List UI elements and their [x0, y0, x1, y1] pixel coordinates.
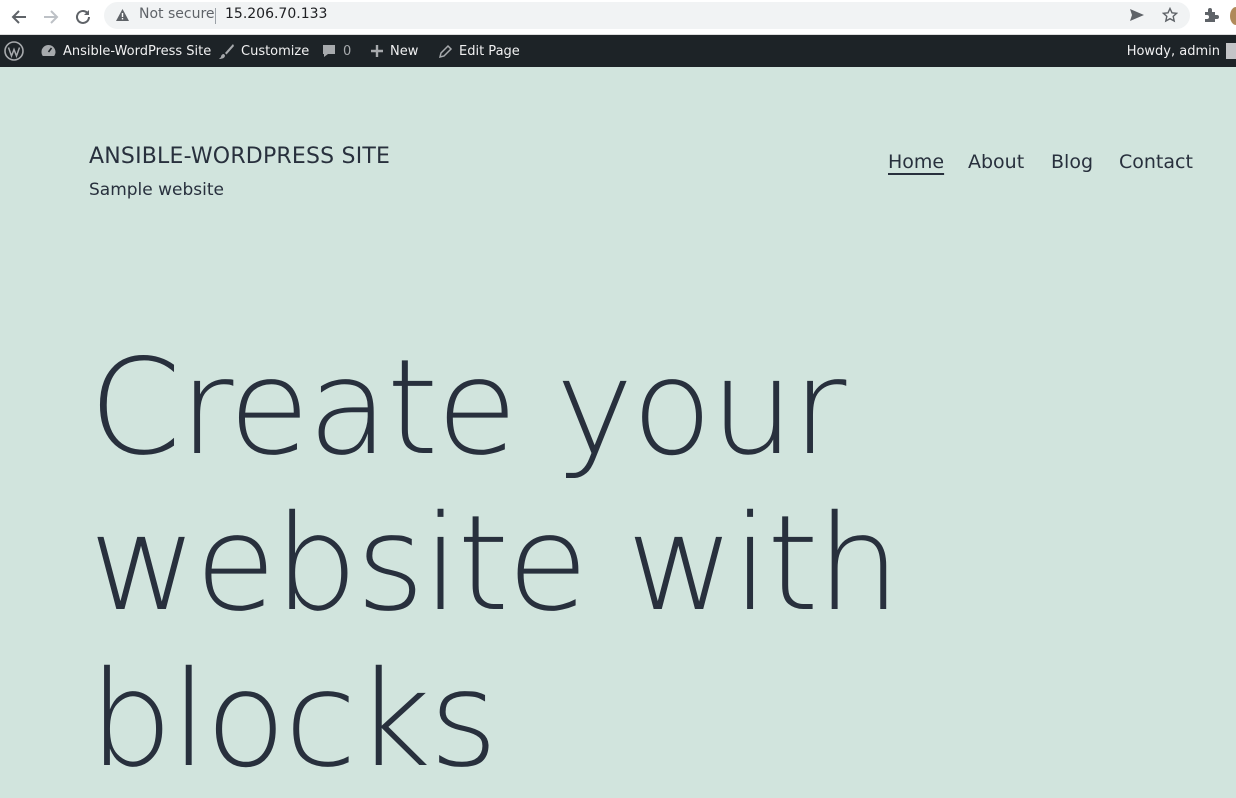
wordpress-icon	[4, 41, 24, 61]
edit-page-link[interactable]: Edit Page	[438, 35, 520, 67]
site-name-label: Ansible-WordPress Site	[63, 43, 212, 59]
warning-icon[interactable]	[115, 8, 130, 22]
hero-line-1: Create your	[89, 331, 846, 485]
wordpress-logo-menu[interactable]	[4, 35, 24, 67]
send-icon[interactable]	[1129, 8, 1145, 22]
security-label[interactable]: Not secure	[139, 6, 215, 22]
pencil-icon	[438, 44, 453, 58]
menu-item-blog[interactable]: Blog	[1051, 151, 1093, 173]
menu-item-home[interactable]: Home	[888, 151, 944, 173]
forward-button[interactable]	[39, 5, 63, 29]
plus-icon	[371, 45, 383, 57]
extensions-icon[interactable]	[1202, 6, 1220, 24]
site-title[interactable]: ANSIBLE-WORDPRESS SITE	[89, 144, 390, 169]
arrow-left-icon	[11, 10, 26, 24]
menu-item-contact[interactable]: Contact	[1119, 151, 1193, 173]
wp-admin-bar: Ansible-WordPress Site Customize 0 New E…	[0, 35, 1236, 67]
browser-toolbar: Not secure 15.206.70.133	[0, 0, 1236, 35]
reload-icon	[76, 9, 90, 24]
star-icon[interactable]	[1162, 7, 1178, 23]
comment-icon	[323, 45, 335, 57]
arrow-right-icon	[44, 10, 59, 24]
brush-icon	[219, 43, 234, 59]
new-content-menu[interactable]: New	[370, 35, 418, 67]
divider	[215, 8, 216, 24]
address-bar[interactable]: Not secure 15.206.70.133	[104, 2, 1190, 29]
hero-heading: Create your website with blocks	[89, 330, 1089, 798]
comments-count: 0	[343, 43, 352, 59]
edit-page-label: Edit Page	[459, 43, 520, 59]
customize-link[interactable]: Customize	[218, 35, 309, 67]
reload-button[interactable]	[71, 5, 95, 29]
my-account-menu[interactable]: Howdy, admin	[1127, 35, 1220, 67]
back-button[interactable]	[7, 5, 31, 29]
comments-link[interactable]: 0	[321, 35, 351, 67]
url-text[interactable]: 15.206.70.133	[225, 6, 327, 22]
new-label: New	[390, 43, 419, 59]
howdy-label: Howdy, admin	[1126, 43, 1220, 59]
customize-label: Customize	[241, 43, 310, 59]
hero-line-3: blocks	[89, 643, 498, 797]
admin-avatar[interactable]	[1226, 43, 1236, 59]
dashboard-icon	[41, 45, 56, 56]
menu-item-about[interactable]: About	[968, 151, 1024, 173]
profile-avatar[interactable]	[1230, 7, 1236, 25]
site-name-menu[interactable]: Ansible-WordPress Site	[40, 35, 211, 67]
site-description: Sample website	[89, 180, 225, 200]
hero-line-2: website with	[89, 487, 900, 641]
